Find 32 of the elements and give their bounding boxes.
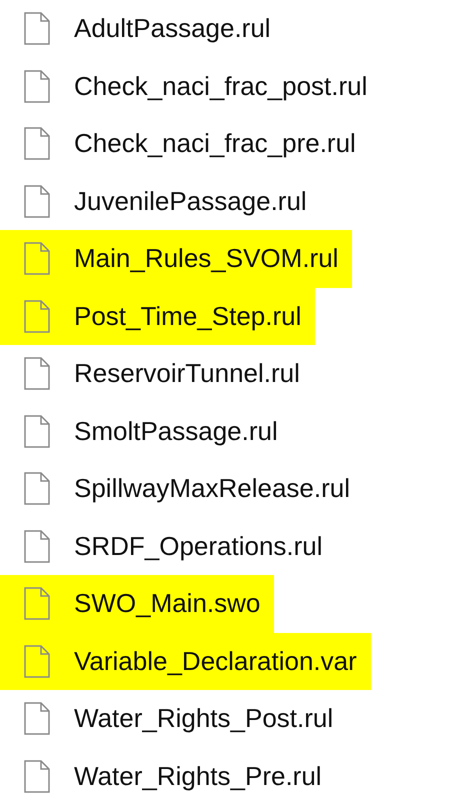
file-name: Check_naci_frac_post.rul [74,70,368,103]
file-icon [24,12,50,46]
file-row[interactable]: Main_Rules_SVOM.rul [0,230,352,288]
file-icon [24,587,50,620]
file-row[interactable]: Variable_Declaration.var [0,632,371,690]
file-icon [24,127,50,160]
file-name: SRDF_Operations.rul [74,530,323,563]
file-name: JuvenilePassage.rul [74,184,307,218]
file-icon [24,300,50,333]
file-name: AdultPassage.rul [74,12,271,46]
file-row[interactable]: Post_Time_Step.rul [0,288,316,345]
file-row[interactable]: SWO_Main.swo [0,575,274,632]
file-name: ReservoirTunnel.rul [74,357,300,390]
file-name: Check_naci_frac_pre.rul [74,127,356,160]
file-name: Main_Rules_SVOM.rul [74,242,338,276]
file-icon [24,357,50,390]
file-icon [24,702,50,736]
file-name: Variable_Declaration.var [74,644,357,678]
file-name: Water_Rights_Post.rul [74,702,334,736]
file-icon [24,242,50,276]
file-name: SpillwayMaxRelease.rul [74,472,350,506]
file-icon [24,414,50,448]
file-name: Post_Time_Step.rul [74,300,302,333]
file-icon [24,530,50,563]
file-icon [24,184,50,218]
file-icon [24,472,50,506]
file-name: Water_Rights_Pre.rul [74,760,322,793]
file-icon [24,760,50,793]
file-icon [24,70,50,103]
file-name: SmoltPassage.rul [74,414,278,448]
file-icon [24,644,50,678]
file-name: SWO_Main.swo [74,587,260,620]
